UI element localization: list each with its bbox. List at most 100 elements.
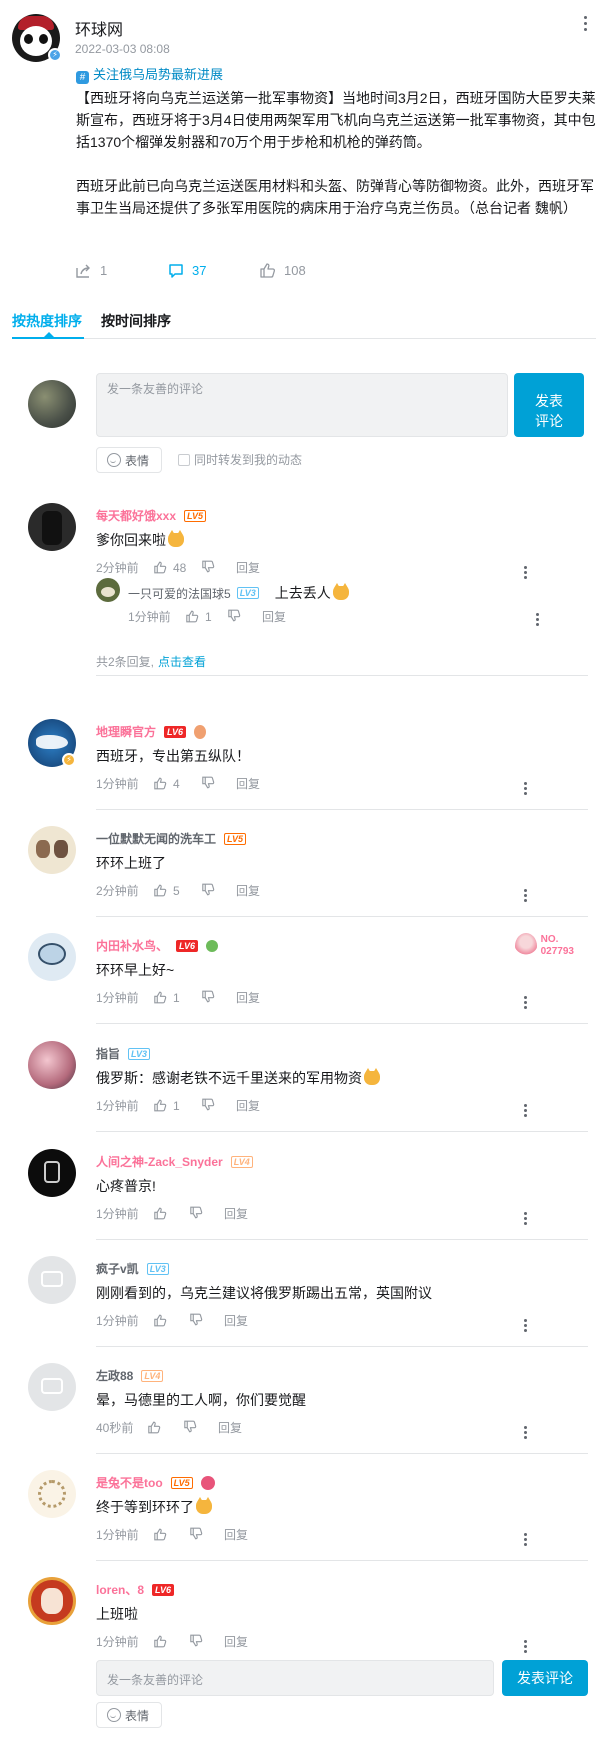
dislike-button[interactable] — [190, 1634, 224, 1650]
author-name[interactable]: 环球网 — [75, 16, 123, 40]
comment-count-button[interactable]: 37 — [168, 263, 260, 278]
like-button[interactable]: 4 — [154, 777, 202, 791]
comment-user[interactable]: loren、8 LV6 — [96, 1581, 175, 1598]
comment-text: 爹你回来啦 — [96, 530, 184, 550]
comment-user[interactable]: 指旨 LV3 — [96, 1045, 151, 1062]
like-button[interactable]: 108 — [260, 263, 352, 278]
comment-user[interactable]: 疯子v凯 LV3 — [96, 1260, 169, 1277]
comment-user[interactable]: 人间之神-Zack_Snyder LV4 — [96, 1153, 253, 1170]
level-badge: LV5 — [170, 1476, 193, 1489]
like-icon — [154, 1528, 167, 1541]
comment-user[interactable]: 是兔不是too LV5 — [96, 1474, 215, 1491]
like-button[interactable] — [154, 1314, 190, 1327]
avatar[interactable] — [28, 1577, 76, 1625]
reply-button[interactable]: 回复 — [236, 989, 260, 1006]
reply-button[interactable]: 回复 — [224, 1526, 248, 1543]
comment-user[interactable]: 地理瞬官方 LV6 — [96, 723, 207, 740]
avatar[interactable] — [28, 1256, 76, 1304]
comment-text: 刚刚看到的，乌克兰建议将俄罗斯踢出五常，英国附议 — [96, 1285, 432, 1301]
bottom-send-button[interactable]: 发表评论 — [502, 1660, 588, 1696]
comment-meta: 2分钟前 5 回复 — [96, 882, 260, 899]
like-button[interactable]: 1 — [154, 1099, 202, 1113]
like-button[interactable] — [154, 1635, 190, 1648]
reply-button[interactable]: 回复 — [236, 1097, 260, 1114]
comment-user[interactable]: 左政88 LV4 — [96, 1367, 164, 1384]
reply-button[interactable]: 回复 — [236, 559, 260, 576]
bottom-emoji-button[interactable]: 表情 — [96, 1702, 162, 1728]
dislike-button[interactable] — [202, 883, 236, 899]
avatar[interactable] — [28, 503, 76, 551]
topic-link[interactable]: # 关注俄乌局势最新进展 — [76, 64, 223, 84]
reply-time: 1分钟前 — [128, 610, 171, 624]
dislike-icon — [190, 1206, 203, 1218]
tab-hot[interactable]: 按热度排序 — [12, 311, 82, 331]
more-icon[interactable] — [524, 1426, 527, 1441]
comment-user[interactable]: 每天都好饿xxx LV5 — [96, 507, 207, 524]
like-button[interactable] — [154, 1207, 190, 1220]
dislike-button[interactable] — [202, 990, 236, 1006]
post-body: 【西班牙将向乌克兰运送第一批军事物资】当地时间3月2日，西班牙国防大臣罗夫莱斯宣… — [76, 87, 596, 241]
like-button[interactable]: 5 — [154, 884, 202, 898]
more-icon[interactable] — [524, 1319, 527, 1334]
dislike-button[interactable] — [202, 776, 236, 792]
reply-button[interactable]: 回复 — [224, 1312, 248, 1329]
dislike-button[interactable] — [190, 1206, 224, 1222]
dislike-button[interactable] — [190, 1527, 224, 1543]
reply-button[interactable]: 回复 — [236, 775, 260, 792]
comment-user[interactable]: 内田补水鸟、 LV6 — [96, 937, 219, 954]
like-button[interactable] — [154, 1528, 190, 1541]
avatar[interactable] — [28, 1149, 76, 1197]
reply-button[interactable]: 回复 — [218, 1419, 242, 1436]
forward-checkbox[interactable] — [178, 453, 190, 466]
like-button[interactable]: 1 — [154, 991, 202, 1005]
decoration-icon — [206, 939, 219, 952]
avatar[interactable] — [28, 933, 76, 981]
more-icon[interactable] — [524, 1104, 527, 1119]
reply-text: 上去丢人 — [275, 583, 349, 603]
dislike-button[interactable] — [228, 609, 262, 625]
like-icon — [154, 777, 167, 790]
topic-icon: # — [76, 71, 89, 84]
view-replies-link[interactable]: 点击查看 — [158, 655, 206, 669]
more-icon[interactable] — [524, 1533, 527, 1548]
comment-time: 1分钟前 — [96, 777, 139, 791]
dislike-button[interactable] — [184, 1420, 218, 1436]
more-icon[interactable] — [524, 782, 527, 797]
like-button[interactable] — [148, 1421, 184, 1434]
dislike-button[interactable] — [202, 1098, 236, 1114]
reply-button[interactable]: 回复 — [236, 882, 260, 899]
dislike-button[interactable] — [202, 560, 236, 576]
comment-text: 心疼普京! — [96, 1178, 156, 1194]
avatar[interactable] — [28, 1363, 76, 1411]
tab-time[interactable]: 按时间排序 — [101, 311, 171, 331]
emoji-button[interactable]: 表情 — [96, 447, 162, 473]
more-icon[interactable] — [536, 613, 539, 628]
more-icon[interactable] — [524, 889, 527, 904]
like-button[interactable]: 1 — [186, 610, 228, 624]
reply-button[interactable]: 回复 — [224, 1205, 248, 1222]
reply-button[interactable]: 回复 — [224, 1633, 248, 1650]
more-icon[interactable] — [524, 996, 527, 1011]
like-button[interactable]: 48 — [154, 561, 202, 575]
comment-text: 西班牙，专出第五纵队！ — [96, 748, 250, 764]
dislike-button[interactable] — [190, 1313, 224, 1329]
more-icon[interactable] — [524, 1640, 527, 1655]
reply-count: 共2条回复, 点击查看 — [96, 655, 207, 669]
avatar[interactable] — [96, 578, 120, 602]
doge-emoji-icon — [332, 583, 349, 600]
share-button[interactable]: 1 — [76, 263, 168, 278]
more-icon[interactable] — [584, 16, 588, 34]
comment-input[interactable]: 发一条友善的评论 — [96, 373, 508, 437]
avatar[interactable] — [28, 1041, 76, 1089]
avatar[interactable] — [28, 826, 76, 874]
comment-user[interactable]: 一位默默无闻的洗车工 LV5 — [96, 830, 247, 847]
forward-option[interactable]: 同时转发到我的动态 — [178, 451, 302, 468]
avatar[interactable] — [28, 1470, 76, 1518]
more-icon[interactable] — [524, 1212, 527, 1227]
post-paragraph: 【西班牙将向乌克兰运送第一批军事物资】当地时间3月2日，西班牙国防大臣罗夫莱斯宣… — [76, 90, 596, 150]
bottom-comment-input[interactable]: 发一条友善的评论 — [96, 1660, 494, 1696]
like-icon — [154, 1635, 167, 1648]
reply-button[interactable]: 回复 — [262, 608, 286, 625]
send-comment-button[interactable]: 发表 评论 — [514, 373, 584, 437]
fan-figure-icon — [514, 933, 537, 959]
